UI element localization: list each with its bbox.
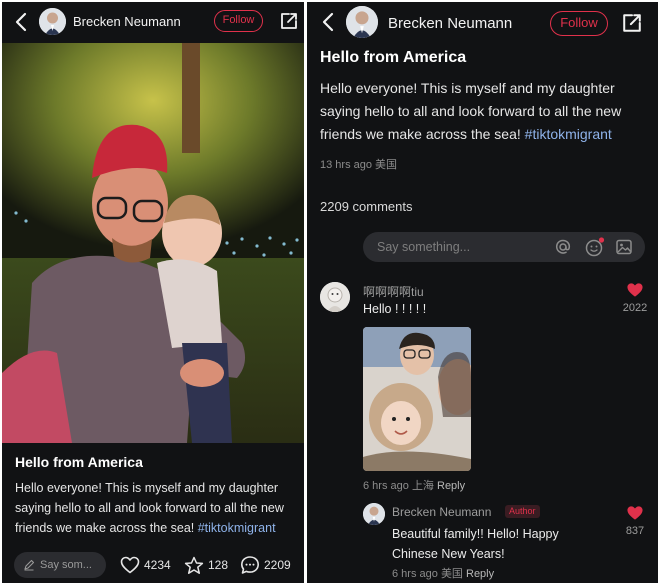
post-title: Hello from America — [15, 454, 143, 470]
comment-count: 2209 — [264, 558, 291, 572]
follow-button[interactable]: Follow — [550, 11, 608, 36]
heart-icon — [120, 556, 140, 574]
share-icon[interactable] — [280, 12, 298, 30]
comment-username[interactable]: 啊啊啊啊tiu — [363, 283, 424, 300]
comment-text: Hello ! ! ! ! ! — [363, 302, 427, 316]
reply-time: 6 hrs ago — [392, 568, 438, 580]
at-mention-icon[interactable] — [554, 238, 572, 256]
post-location: 美国 — [375, 159, 398, 171]
comment-input[interactable]: Say something... — [363, 232, 645, 262]
comment-time: 6 hrs ago — [363, 480, 409, 492]
comment-location: 上海 — [411, 480, 434, 492]
say-something-label: Say som... — [40, 559, 92, 571]
like-count: 4234 — [144, 558, 171, 572]
favorite-button[interactable]: 128 — [184, 552, 228, 578]
reply-link[interactable]: Reply — [437, 480, 465, 492]
heart-icon[interactable] — [626, 505, 644, 521]
comment-button[interactable]: 2209 — [240, 552, 291, 578]
post-body: Hello everyone! This is myself and my da… — [15, 478, 297, 538]
like-button[interactable]: 4234 — [120, 552, 171, 578]
reply-like-count: 837 — [625, 525, 645, 537]
follow-button[interactable]: Follow — [214, 10, 263, 32]
image-icon[interactable] — [615, 238, 633, 256]
share-icon[interactable] — [622, 13, 642, 33]
comment-like-count: 2022 — [622, 302, 648, 314]
post-timestamp: 13 hrs ago 美国 — [320, 156, 397, 172]
favorite-count: 128 — [208, 558, 229, 572]
author-avatar[interactable] — [346, 6, 378, 38]
reply-location: 美国 — [440, 568, 463, 580]
comment-meta: 6 hrs ago 上海 Reply — [363, 477, 465, 493]
heart-icon[interactable] — [626, 282, 644, 298]
post-time: 13 hrs ago — [320, 159, 372, 171]
post-title: Hello from America — [320, 49, 467, 66]
author-reply-avatar[interactable] — [363, 503, 385, 525]
pencil-icon — [24, 559, 35, 571]
reply-username[interactable]: Brecken Neumann — [392, 505, 491, 519]
comment-photo[interactable] — [363, 327, 471, 471]
commenter-avatar[interactable] — [320, 282, 350, 312]
post-header: Brecken Neumann Follow — [2, 2, 304, 42]
back-arrow-icon[interactable] — [319, 11, 337, 33]
post-hashtag[interactable]: #tiktokmigrant — [198, 521, 276, 535]
comments-header: Brecken Neumann Follow — [307, 2, 658, 42]
comments-panel: Brecken Neumann Follow Hello from Americ… — [307, 2, 658, 583]
post-body: Hello everyone! This is myself and my da… — [320, 77, 650, 146]
post-panel: Brecken Neumann Follow Hello from Americ… — [2, 2, 304, 583]
emoji-icon[interactable] — [584, 236, 606, 258]
star-icon — [184, 556, 204, 574]
post-photo[interactable] — [2, 43, 304, 443]
author-avatar[interactable] — [39, 8, 66, 35]
reply-link[interactable]: Reply — [466, 568, 494, 580]
back-arrow-icon[interactable] — [12, 11, 30, 33]
reply-meta: 6 hrs ago 美国 Reply — [392, 565, 494, 581]
comments-count: 2209 comments — [320, 199, 413, 214]
post-hashtag[interactable]: #tiktokmigrant — [525, 126, 612, 142]
author-name[interactable]: Brecken Neumann — [73, 14, 181, 29]
author-name[interactable]: Brecken Neumann — [388, 15, 512, 32]
comment-bubble-icon — [241, 556, 259, 574]
comment-input-placeholder: Say something... — [377, 240, 471, 254]
reply-text: Beautiful family!! Hello! Happy Chinese … — [392, 527, 559, 561]
author-badge: Author — [505, 505, 540, 518]
say-something-button[interactable]: Say som... — [14, 552, 106, 578]
